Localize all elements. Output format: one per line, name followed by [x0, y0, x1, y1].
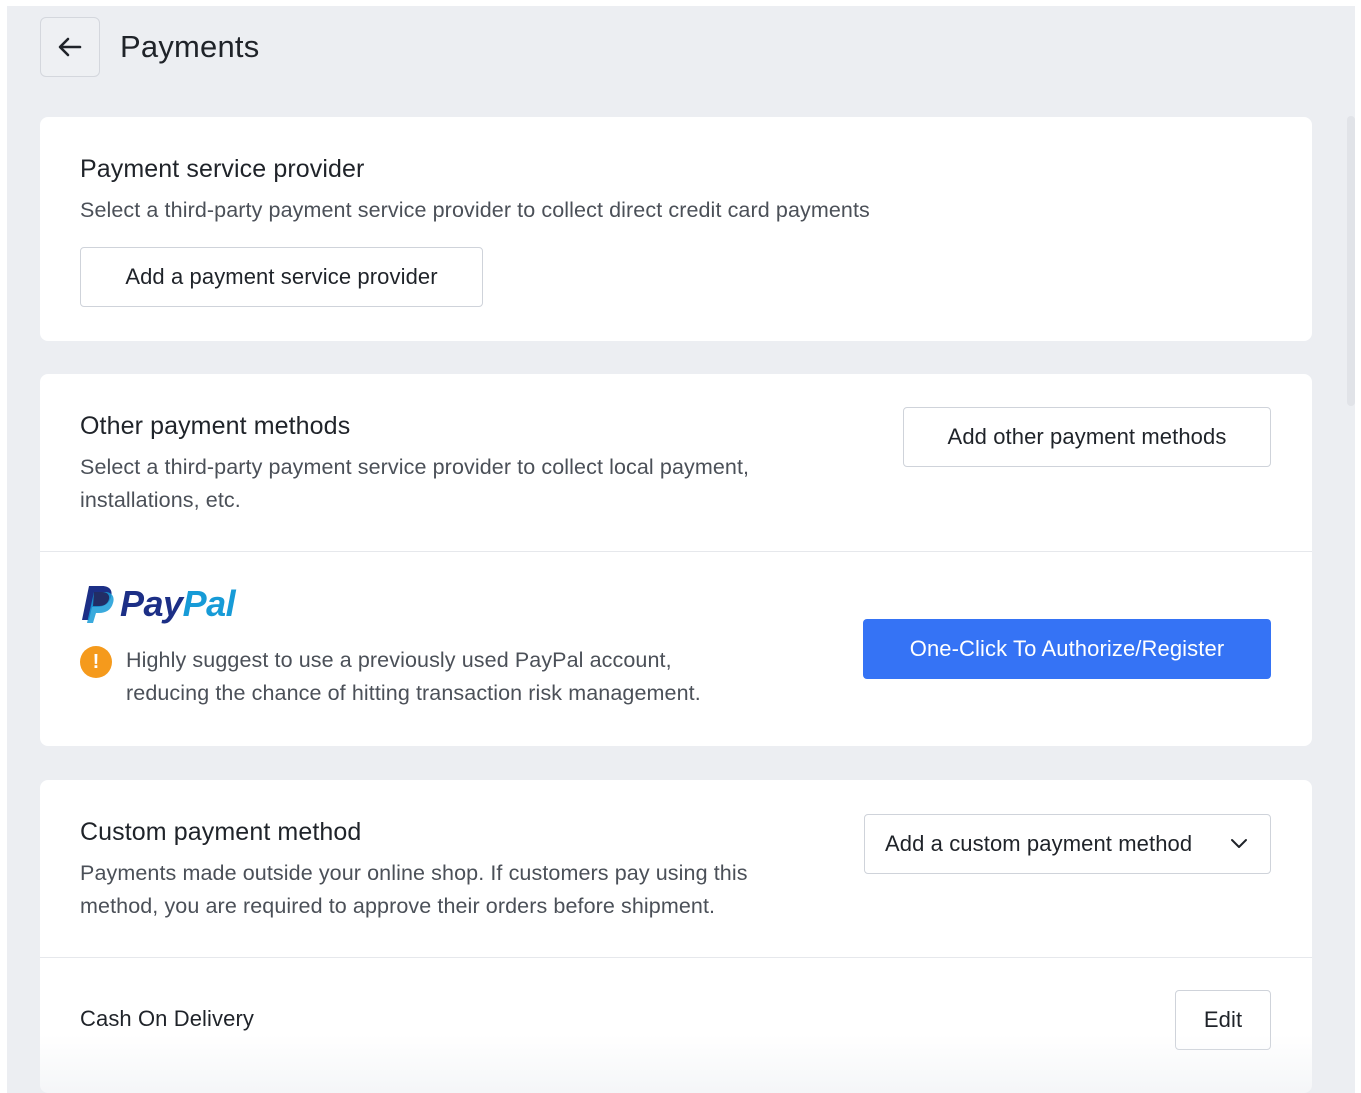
exclamation-icon: !	[80, 646, 112, 678]
cash-on-delivery-label: Cash On Delivery	[80, 1006, 254, 1031]
arrow-left-icon	[58, 37, 82, 57]
scrollbar[interactable]	[1347, 116, 1355, 406]
paypal-warning-line2: reducing the chance of hitting transacti…	[126, 681, 701, 705]
add-other-payment-methods-button[interactable]: Add other payment methods	[903, 407, 1271, 467]
page-title: Payments	[120, 29, 260, 64]
payment-service-provider-card: Payment service provider Select a third-…	[40, 117, 1312, 341]
divider	[40, 551, 1312, 552]
edit-cash-on-delivery-button[interactable]: Edit	[1175, 990, 1271, 1050]
other-payment-methods-card: Other payment methods Select a third-par…	[40, 374, 1312, 746]
paypal-wordmark-pay: Pay	[120, 583, 183, 624]
custom-method-description: Payments made outside your online shop. …	[80, 857, 748, 923]
other-methods-description-line2: installations, etc.	[80, 488, 241, 512]
other-methods-title: Other payment methods	[80, 412, 351, 440]
paypal-wordmark-pal: Pal	[182, 583, 236, 624]
back-button[interactable]	[40, 17, 100, 77]
paypal-wordmark: PayPal	[120, 583, 236, 625]
paypal-warning-line1: Highly suggest to use a previously used …	[126, 648, 672, 672]
paypal-logo: PayPal	[80, 583, 236, 625]
paypal-warning-text: Highly suggest to use a previously used …	[126, 644, 701, 710]
paypal-icon	[82, 586, 114, 623]
custom-method-description-line1: Payments made outside your online shop. …	[80, 861, 748, 885]
page-header: Payments	[40, 17, 259, 77]
custom-payment-method-card: Custom payment method Payments made outs…	[40, 780, 1312, 1093]
add-payment-service-provider-button[interactable]: Add a payment service provider	[80, 247, 483, 307]
psp-title: Payment service provider	[80, 155, 365, 183]
chevron-down-icon	[1230, 838, 1248, 850]
payments-page: Payments Payment service provider Select…	[7, 6, 1355, 1093]
psp-description: Select a third-party payment service pro…	[80, 198, 870, 222]
divider	[40, 957, 1312, 958]
other-methods-description: Select a third-party payment service pro…	[80, 451, 749, 517]
custom-method-description-line2: method, you are required to approve thei…	[80, 894, 716, 918]
custom-method-title: Custom payment method	[80, 818, 362, 846]
paypal-authorize-button[interactable]: One-Click To Authorize/Register	[863, 619, 1271, 679]
add-custom-payment-method-label: Add a custom payment method	[885, 831, 1193, 856]
add-custom-payment-method-select[interactable]: Add a custom payment method	[864, 814, 1271, 874]
other-methods-description-line1: Select a third-party payment service pro…	[80, 455, 750, 479]
